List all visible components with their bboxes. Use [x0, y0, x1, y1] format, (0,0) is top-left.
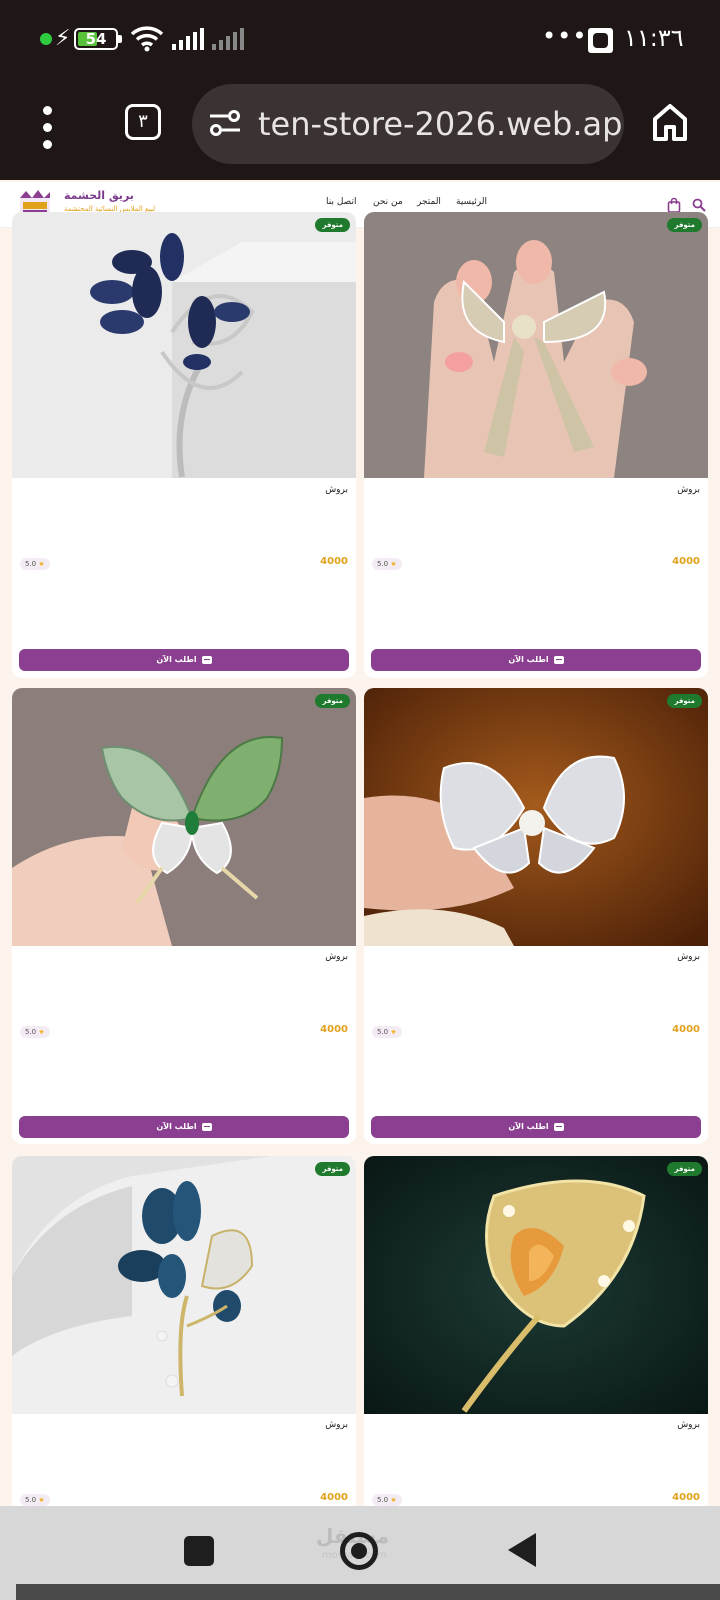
product-image[interactable]	[12, 212, 356, 478]
signal-secondary-icon	[212, 28, 244, 50]
product-image[interactable]	[12, 688, 356, 946]
nav-contact[interactable]: اتصل بنا	[326, 197, 356, 207]
clock: ١١:٣٦	[624, 24, 684, 52]
availability-badge: متوفر	[315, 1162, 350, 1176]
product-card[interactable]: متوفر بروش 4000 5.0 ★ اطلب الآن	[364, 688, 708, 1144]
battery-icon: 54	[74, 28, 122, 50]
product-name[interactable]: بروش	[677, 1420, 700, 1430]
gesture-bar	[16, 1584, 720, 1600]
home-button[interactable]	[340, 1532, 378, 1570]
product-price: 4000	[320, 556, 348, 567]
wifi-icon	[130, 26, 164, 52]
product-name[interactable]: بروش	[677, 485, 700, 495]
availability-badge: متوفر	[667, 1162, 702, 1176]
product-price: 4000	[320, 1024, 348, 1035]
brand-name[interactable]: بريق الحشمة	[64, 189, 134, 202]
chat-icon	[553, 1122, 564, 1131]
screen-record-icon	[588, 28, 613, 53]
status-bar: ⚡ 54 ••• ١١:٣٦	[0, 0, 720, 80]
browser-toolbar: ٣ ten-store-2026.web.app	[0, 80, 720, 180]
search-icon[interactable]	[692, 198, 706, 212]
product-rating: 5.0 ★	[372, 1026, 402, 1038]
product-price: 4000	[672, 556, 700, 567]
product-name[interactable]: بروش	[325, 485, 348, 495]
availability-badge: متوفر	[667, 694, 702, 708]
product-rating: 5.0 ★	[372, 558, 402, 570]
address-bar[interactable]: ten-store-2026.web.app	[192, 84, 624, 164]
nav-about[interactable]: من نحن	[373, 197, 403, 207]
browser-menu-icon[interactable]	[40, 106, 56, 150]
order-now-button[interactable]: اطلب الآن	[371, 649, 701, 671]
camera-indicator-icon	[40, 33, 52, 45]
product-card[interactable]: متوفر بروش 4000 5.0 ★ اطلب الآن	[12, 688, 356, 1144]
availability-badge: متوفر	[315, 694, 350, 708]
product-rating: 5.0 ★	[20, 1026, 50, 1038]
product-name[interactable]: بروش	[325, 952, 348, 962]
product-price: 4000	[672, 1024, 700, 1035]
tab-switcher-button[interactable]: ٣	[125, 104, 161, 140]
product-rating: 5.0 ★	[20, 1494, 50, 1506]
signal-icon	[172, 28, 204, 50]
back-button[interactable]	[508, 1533, 536, 1567]
url-text[interactable]: ten-store-2026.web.app	[258, 84, 624, 164]
product-image[interactable]	[364, 688, 708, 946]
more-notifications-icon: •••	[542, 22, 588, 50]
charging-icon: ⚡	[55, 26, 71, 51]
product-price: 4000	[672, 1492, 700, 1503]
battery-level: 54	[85, 30, 107, 48]
availability-badge: متوفر	[315, 218, 350, 232]
product-card[interactable]: متوفر بروش 4000 5.0 ★	[364, 1156, 708, 1516]
site-settings-icon[interactable]	[208, 108, 242, 138]
nav-store[interactable]: المتجر	[417, 197, 441, 207]
product-card[interactable]: متوفر بروش 4000 5.0 ★ اطلب الآن	[364, 212, 708, 678]
product-image[interactable]	[12, 1156, 356, 1414]
product-rating: 5.0 ★	[20, 558, 50, 570]
recent-apps-button[interactable]	[184, 1536, 214, 1566]
nav-home[interactable]: الرئيسية	[456, 197, 487, 207]
chat-icon	[553, 655, 564, 664]
product-name[interactable]: بروش	[325, 1420, 348, 1430]
chat-icon	[201, 655, 212, 664]
shopping-bag-icon[interactable]	[667, 197, 681, 213]
order-now-button[interactable]: اطلب الآن	[371, 1116, 701, 1138]
chat-icon	[201, 1122, 212, 1131]
order-now-button[interactable]: اطلب الآن	[19, 649, 349, 671]
product-card[interactable]: متوفر بروش 4000 5.0 ★ اطلب الآن	[12, 212, 356, 678]
product-rating: 5.0 ★	[372, 1494, 402, 1506]
product-name[interactable]: بروش	[677, 952, 700, 962]
product-image[interactable]	[364, 212, 708, 478]
product-price: 4000	[320, 1492, 348, 1503]
product-image[interactable]	[364, 1156, 708, 1414]
product-card[interactable]: متوفر بروش 4000 5.0 ★	[12, 1156, 356, 1516]
availability-badge: متوفر	[667, 218, 702, 232]
order-now-button[interactable]: اطلب الآن	[19, 1116, 349, 1138]
home-icon[interactable]	[652, 102, 688, 142]
